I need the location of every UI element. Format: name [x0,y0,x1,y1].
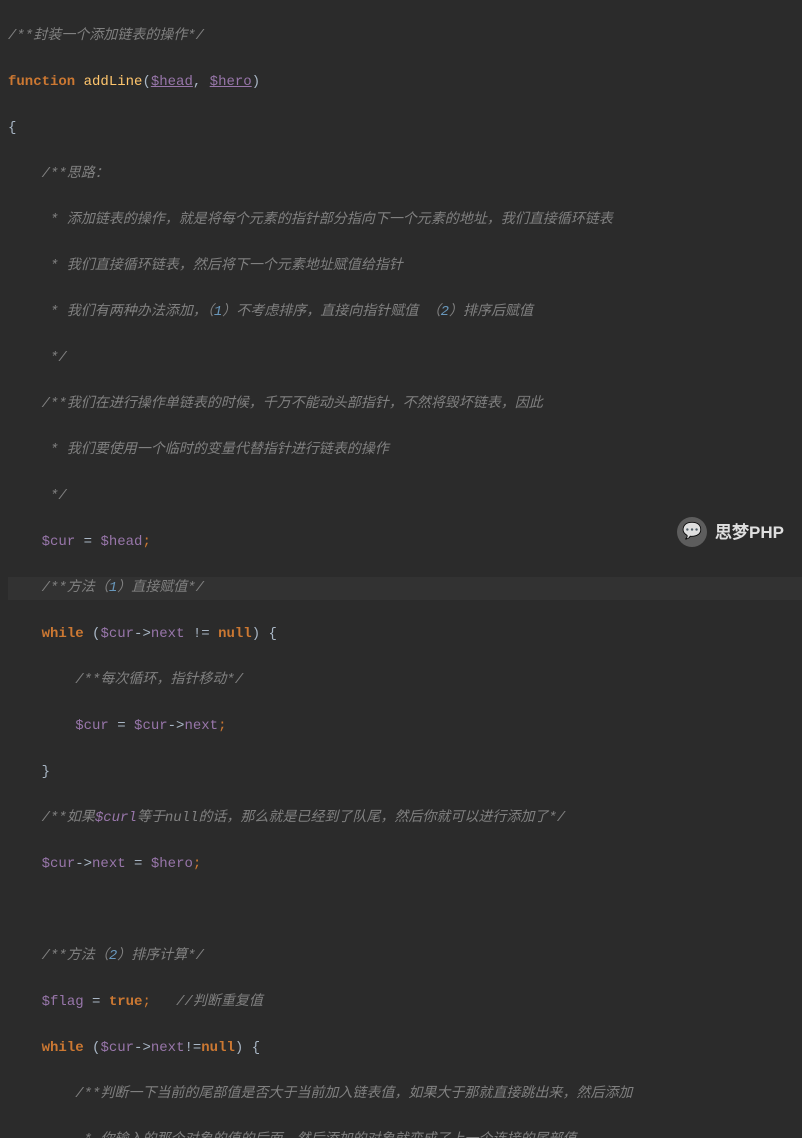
code-line: $cur->next = $hero; [8,853,802,876]
watermark-text: 思梦PHP [715,521,784,544]
wechat-avatar-icon: 💬 [677,517,707,547]
code-line: * 我们直接循环链表，然后将下一个元素地址赋值给指针 [8,255,802,278]
code-line: } [8,761,802,784]
code-line: function addLine($head, $hero) [8,71,802,94]
code-line: /**如果$curl等于null的话，那么就是已经到了队尾，然后你就可以进行添加… [8,807,802,830]
code-line: while ($cur->next!=null) { [8,1037,802,1060]
code-line [8,899,802,922]
code-line: /**判断一下当前的尾部值是否大于当前加入链表值，如果大于那就直接跳出来，然后添… [8,1083,802,1106]
watermark: 💬 思梦PHP [677,517,784,547]
code-line: /**思路： [8,163,802,186]
code-line: /**封装一个添加链表的操作*/ [8,25,802,48]
code-line: /**我们在进行操作单链表的时候，千万不能动头部指针，不然将毁坏链表，因此 [8,393,802,416]
code-line: { [8,117,802,140]
code-line: /**方法（2）排序计算*/ [8,945,802,968]
code-line: * 添加链表的操作，就是将每个元素的指针部分指向下一个元素的地址，我们直接循环链… [8,209,802,232]
code-line: $cur = $cur->next; [8,715,802,738]
code-line: $flag = true; //判断重复值 [8,991,802,1014]
code-line: * 我们要使用一个临时的变量代替指针进行链表的操作 [8,439,802,462]
code-line: /**每次循环，指针移动*/ [8,669,802,692]
code-line: * 我们有两种办法添加，（1）不考虑排序，直接向指针赋值 （2）排序后赋值 [8,301,802,324]
code-line: * 你输入的那个对象的值的后面，然后添加的对象就变成了上一个连接的尾部值 [8,1129,802,1138]
code-line: while ($cur->next != null) { [8,623,802,646]
code-line-highlighted: /**方法（1）直接赋值*/ [8,577,802,600]
code-line: */ [8,347,802,370]
code-editor[interactable]: /**封装一个添加链表的操作*/ function addLine($head,… [0,0,802,1138]
code-line: */ [8,485,802,508]
